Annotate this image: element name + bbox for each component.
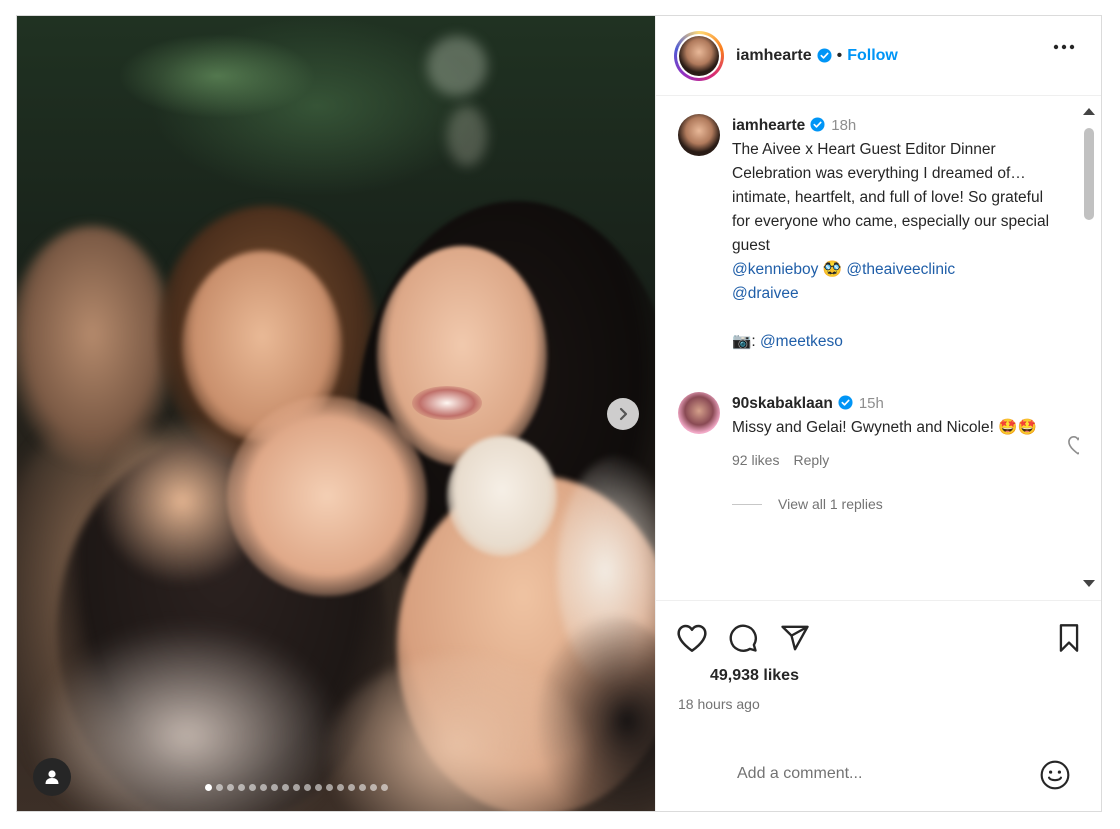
carousel-dot [337, 784, 344, 791]
paper-plane-icon[interactable] [780, 623, 810, 653]
carousel-dot [326, 784, 333, 791]
post-timestamp[interactable]: 18 hours ago [678, 696, 760, 712]
scrollbar-thumb[interactable] [1084, 128, 1094, 220]
carousel-dot [370, 784, 377, 791]
scroll-up-arrow-icon[interactable] [1083, 108, 1095, 115]
photo-subject-smile [412, 386, 482, 420]
author-avatar[interactable] [674, 30, 724, 81]
post-like-count[interactable]: 49,938 likes [710, 667, 799, 685]
header-separator: • [836, 46, 843, 64]
post-details-panel: iamhearte • Follow iamhearte 18h The Aiv… [655, 16, 1101, 811]
mention-link[interactable]: @kennieboy [732, 261, 818, 278]
comment-composer: Add a comment... [656, 746, 1101, 811]
carousel-dot [293, 784, 300, 791]
commenter-avatar[interactable] [678, 392, 720, 434]
commenter-username[interactable]: 90skabaklaan [732, 395, 833, 412]
carousel-dot [359, 784, 366, 791]
credit-separator: : [751, 333, 756, 350]
photo-subject-hands [227, 396, 427, 596]
post-header: iamhearte • Follow [656, 16, 1101, 96]
chevron-right-icon [619, 407, 628, 421]
post-caption: iamhearte 18h The Aivee x Heart Guest Ed… [678, 114, 1058, 354]
verified-badge-icon [810, 117, 825, 132]
more-options-icon[interactable] [1053, 44, 1075, 50]
caption-timestamp[interactable]: 18h [831, 117, 856, 134]
verified-badge-icon [817, 48, 832, 63]
carousel-dot [381, 784, 388, 791]
comment-text: Missy and Gelai! Gwyneth and Nicole! 🤩🤩 [732, 419, 1037, 436]
carousel-dot [249, 784, 256, 791]
scroll-down-arrow-icon[interactable] [1083, 580, 1095, 587]
add-comment-input[interactable]: Add a comment... [737, 765, 862, 783]
carousel-dot [348, 784, 355, 791]
caption-emoji: 🥸 [822, 261, 843, 278]
carousel-next-button[interactable] [607, 398, 639, 430]
carousel-dot [304, 784, 311, 791]
view-replies-button[interactable]: View all 1 replies [732, 496, 1058, 512]
follow-button[interactable]: Follow [847, 47, 898, 65]
carousel-dot [227, 784, 234, 791]
carousel-dot [315, 784, 322, 791]
verified-badge-icon [838, 395, 853, 410]
post-photo[interactable] [17, 16, 655, 811]
caption-avatar[interactable] [678, 114, 720, 156]
carousel-dot [238, 784, 245, 791]
caption-text: The Aivee x Heart Guest Editor Dinner Ce… [732, 141, 1050, 254]
bokeh-light [427, 36, 487, 96]
comments-list[interactable]: iamhearte 18h The Aivee x Heart Guest Ed… [656, 96, 1101, 600]
author-username[interactable]: iamhearte [736, 47, 812, 65]
bokeh-light [447, 106, 487, 166]
bookmark-icon[interactable] [1055, 623, 1083, 653]
comment-bubble-icon[interactable] [728, 623, 758, 653]
comment-item: 90skabaklaan 15h Missy and Gelai! Gwynet… [678, 392, 1088, 512]
comments-scrollbar[interactable] [1079, 96, 1101, 600]
camera-emoji: 📷 [732, 333, 752, 350]
comment-timestamp[interactable]: 15h [859, 395, 884, 412]
carousel-dot [282, 784, 289, 791]
carousel-dot [205, 784, 212, 791]
view-replies-label: View all 1 replies [778, 496, 883, 512]
mention-link[interactable]: @draivee [732, 285, 799, 302]
emoji-smiley-icon[interactable] [1039, 759, 1071, 791]
user-tag-icon [45, 770, 59, 784]
carousel-dot [271, 784, 278, 791]
mention-link[interactable]: @meetkeso [760, 333, 843, 350]
comment-like-count[interactable]: 92 likes [732, 452, 779, 468]
carousel-dot [260, 784, 267, 791]
photo-subject-scarf [447, 436, 557, 556]
caption-username[interactable]: iamhearte [732, 117, 805, 134]
post-dialog: iamhearte • Follow iamhearte 18h The Aiv… [16, 15, 1102, 812]
tagged-users-button[interactable] [33, 758, 71, 796]
replies-divider [732, 503, 762, 505]
reply-button[interactable]: Reply [793, 452, 829, 468]
post-actions: 49,938 likes 18 hours ago [656, 600, 1101, 730]
heart-icon[interactable] [676, 623, 708, 653]
mention-link[interactable]: @theaiveeclinic [846, 261, 955, 278]
carousel-indicator [205, 784, 388, 791]
carousel-dot [216, 784, 223, 791]
